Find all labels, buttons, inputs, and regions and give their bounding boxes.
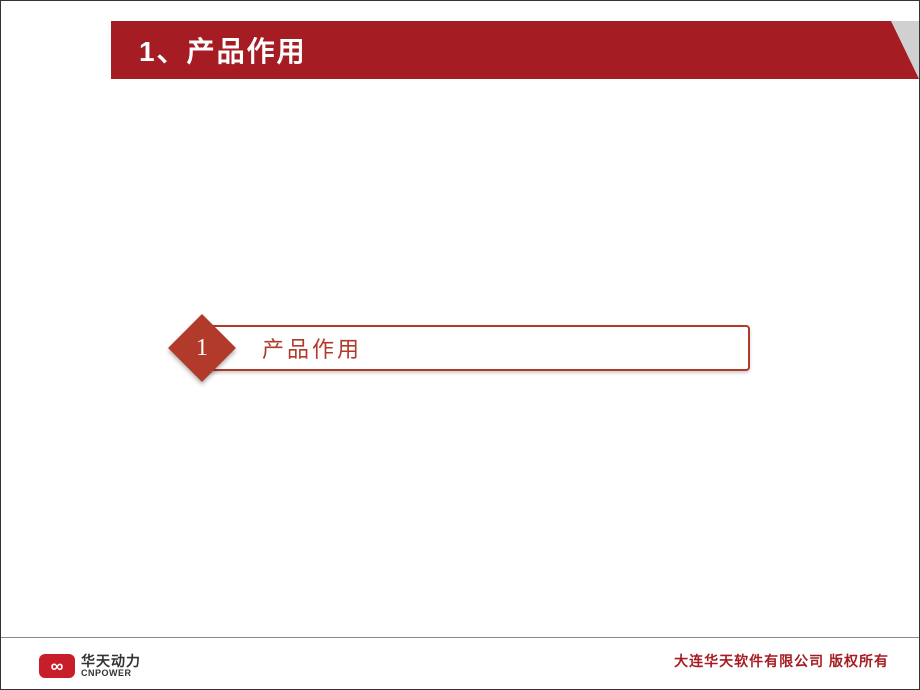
corner-decoration — [891, 21, 919, 79]
logo-text-cn: 华天动力 — [81, 654, 141, 669]
content-bar: 产品作用 — [202, 325, 750, 371]
slide-container: 1、产品作用 1 产品作用 ∞ 华天动力 CNPOWER 大连华天软件有限公司 … — [0, 0, 920, 690]
logo-text-en: CNPOWER — [81, 669, 141, 679]
page-title: 1、产品作用 — [139, 30, 307, 70]
logo: ∞ 华天动力 CNPOWER — [39, 654, 141, 679]
header-bar: 1、产品作用 — [111, 21, 919, 79]
diamond-badge: 1 — [170, 316, 234, 380]
badge-number: 1 — [170, 316, 234, 380]
content-text: 产品作用 — [262, 332, 362, 364]
logo-icon: ∞ — [39, 654, 75, 678]
footer: ∞ 华天动力 CNPOWER 大连华天软件有限公司 版权所有 — [1, 637, 919, 689]
infinity-icon: ∞ — [51, 657, 64, 675]
content-item: 1 产品作用 — [170, 316, 750, 380]
logo-text: 华天动力 CNPOWER — [81, 654, 141, 679]
copyright-text: 大连华天软件有限公司 版权所有 — [674, 651, 889, 671]
